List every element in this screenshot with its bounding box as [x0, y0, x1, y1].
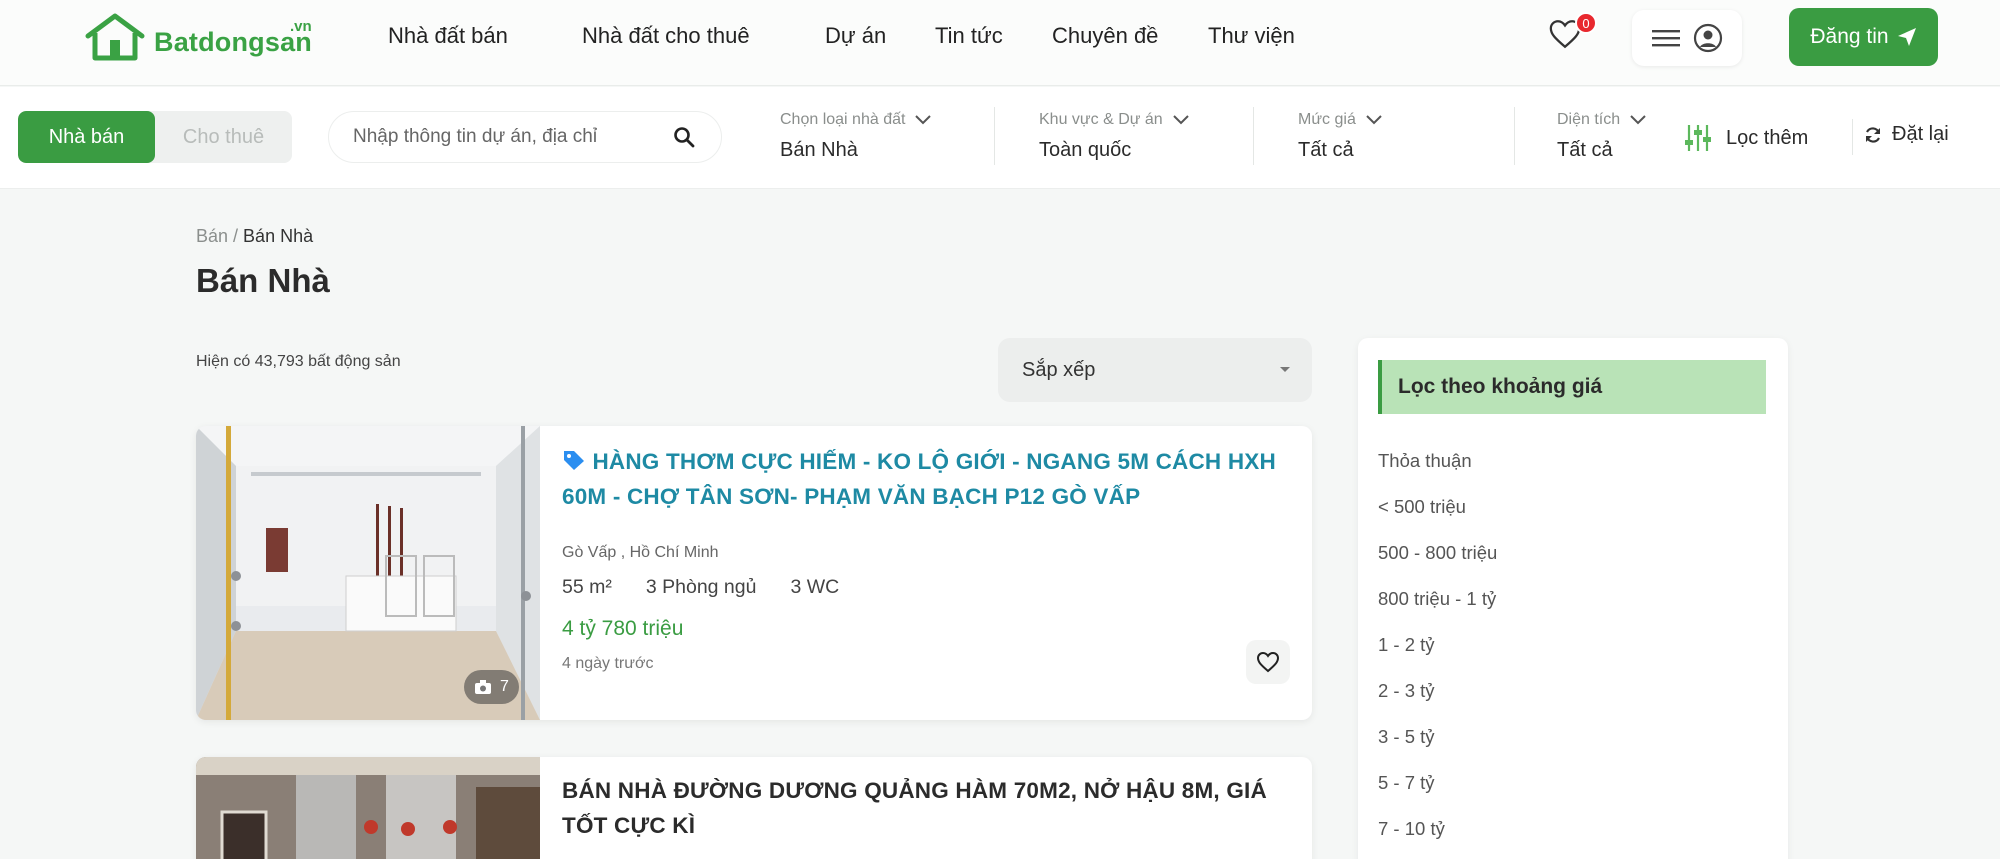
account-menu-button[interactable] — [1632, 10, 1742, 66]
search-icon[interactable] — [673, 126, 695, 148]
divider — [1852, 119, 1853, 155]
divider — [1253, 107, 1254, 165]
divider — [994, 107, 995, 165]
photo-count: 7 — [500, 678, 509, 695]
breadcrumb-parent[interactable]: Bán — [196, 226, 228, 246]
living-room-photo-illustration — [196, 757, 540, 859]
property-type-label: Chọn loại nhà đất — [780, 111, 906, 128]
price-range-item[interactable]: 500 - 800 triệu — [1378, 530, 1497, 576]
result-count: Hiện có 43,793 bất động sản — [196, 353, 401, 370]
hamburger-icon — [1652, 30, 1680, 47]
listing-card[interactable]: BÁN NHÀ ĐƯỜNG DƯƠNG QUẢNG HÀM 70M2, NỞ H… — [196, 757, 1312, 859]
post-listing-button[interactable]: Đăng tin — [1789, 8, 1938, 66]
price-tag-icon — [564, 451, 584, 470]
price-label: Mức giá — [1298, 111, 1356, 128]
price-range-item[interactable]: 2 - 3 tỷ — [1378, 668, 1497, 714]
page-title: Bán Nhà — [196, 262, 330, 299]
chevron-down-icon — [1366, 115, 1382, 125]
breadcrumb-separator: / — [228, 226, 244, 246]
breadcrumb-current: Bán Nhà — [243, 226, 314, 246]
listing-bedrooms: 3 Phòng ngủ — [645, 576, 757, 598]
favorites-button[interactable]: 0 — [1548, 12, 1597, 58]
listing-location: Gò Vấp , Hồ Chí Minh — [562, 544, 719, 561]
photo-count-badge: 7 — [464, 670, 519, 704]
favorites-count-badge: 0 — [1575, 12, 1597, 34]
logo-wordmark: Batdongsan — [154, 26, 313, 57]
chevron-down-icon — [915, 115, 932, 125]
paper-plane-icon — [1897, 28, 1916, 46]
nav-news[interactable]: Tin tức — [935, 0, 1003, 72]
toggle-for-sale[interactable]: Nhà bán — [18, 111, 155, 163]
post-listing-label: Đăng tin — [1810, 25, 1889, 48]
size-filter[interactable]: Diện tích Tất cả — [1557, 111, 1646, 162]
house-logo-icon — [85, 13, 145, 61]
more-filters-label: Lọc thêm — [1726, 126, 1809, 149]
listing-title-text: HÀNG THƠM CỰC HIẾM - KO LỘ GIỚI - NGANG … — [562, 449, 1276, 509]
listing-card[interactable]: 7 HÀNG THƠM CỰC HIẾM - KO LỘ GIỚI - NGAN… — [196, 426, 1312, 720]
save-listing-button[interactable] — [1246, 640, 1290, 684]
sliders-icon — [1685, 125, 1711, 151]
logo-tld: .vn — [290, 18, 312, 35]
listing-wc: 3 WC — [790, 576, 840, 598]
nav-library[interactable]: Thư viện — [1208, 0, 1295, 72]
property-type-value: Bán Nhà — [780, 139, 858, 161]
price-range-item[interactable]: 1 - 2 tỷ — [1378, 622, 1497, 668]
listing-title[interactable]: BÁN NHÀ ĐƯỜNG DƯƠNG QUẢNG HÀM 70M2, NỞ H… — [562, 773, 1292, 843]
nav-rent[interactable]: Nhà đất cho thuê — [582, 0, 750, 72]
chevron-down-icon — [1172, 115, 1189, 125]
reset-filters-button[interactable]: Đặt lại — [1864, 123, 1949, 146]
listing-photo[interactable]: 7 — [196, 426, 540, 720]
listing-area: 55 m² — [562, 576, 612, 598]
size-value: Tất cả — [1557, 139, 1613, 161]
price-range-item[interactable]: 5 - 7 tỷ — [1378, 760, 1497, 806]
price-range-item[interactable]: < 500 triệu — [1378, 484, 1497, 530]
search-box — [328, 111, 722, 163]
property-type-filter[interactable]: Chọn loại nhà đất Bán Nhà — [780, 111, 932, 162]
toggle-for-rent[interactable]: Cho thuê — [155, 111, 292, 163]
heart-icon — [1256, 651, 1280, 673]
filter-bar: Nhà bán Cho thuê Chọn loại nhà đất Bán N… — [0, 87, 2000, 189]
caret-down-icon — [1280, 367, 1290, 372]
more-filters-button[interactable]: Lọc thêm — [1684, 123, 1808, 153]
price-range-list: Thỏa thuận < 500 triệu 500 - 800 triệu 8… — [1378, 438, 1497, 852]
chevron-down-icon — [1630, 115, 1646, 125]
price-range-sidebar: Lọc theo khoảng giá Thỏa thuận < 500 tri… — [1358, 338, 1788, 859]
divider — [1514, 107, 1515, 165]
camera-icon — [475, 680, 491, 694]
area-project-label: Khu vực & Dự án — [1039, 111, 1163, 128]
area-project-filter[interactable]: Khu vực & Dự án Toàn quốc — [1039, 111, 1189, 162]
size-label: Diện tích — [1557, 111, 1621, 128]
price-range-item[interactable]: 800 triệu - 1 tỷ — [1378, 576, 1497, 622]
nav-sell[interactable]: Nhà đất bán — [388, 0, 508, 72]
price-filter[interactable]: Mức giá Tất cả — [1298, 111, 1382, 162]
top-header: Batdongsan .vn Nhà đất bán Nhà đất cho t… — [0, 0, 2000, 86]
nav-projects[interactable]: Dự án — [825, 0, 886, 72]
refresh-icon — [1865, 126, 1881, 143]
price-range-item[interactable]: 7 - 10 tỷ — [1378, 806, 1497, 852]
listing-photo[interactable] — [196, 757, 540, 859]
price-value: Tất cả — [1298, 139, 1354, 161]
search-input[interactable] — [353, 126, 603, 148]
reset-filters-label: Đặt lại — [1892, 123, 1949, 145]
listing-price: 4 tỷ 780 triệu — [562, 617, 684, 640]
listing-specs: 55 m² 3 Phòng ngủ 3 WC — [562, 576, 1292, 599]
nav-topics[interactable]: Chuyên đề — [1052, 0, 1158, 72]
listing-posted-time: 4 ngày trước — [562, 655, 654, 672]
sidebar-title: Lọc theo khoảng giá — [1378, 360, 1766, 414]
listing-type-toggle: Nhà bán Cho thuê — [18, 111, 292, 163]
listing-title[interactable]: HÀNG THƠM CỰC HIẾM - KO LỘ GIỚI - NGANG … — [562, 444, 1292, 514]
breadcrumb: Bán / Bán Nhà — [196, 226, 313, 247]
price-range-item[interactable]: Thỏa thuận — [1378, 438, 1497, 484]
sort-select[interactable]: Sắp xếp — [998, 338, 1312, 402]
area-project-value: Toàn quốc — [1039, 139, 1132, 161]
site-logo[interactable]: Batdongsan .vn — [84, 12, 312, 62]
price-range-item[interactable]: 3 - 5 tỷ — [1378, 714, 1497, 760]
user-avatar-icon — [1693, 23, 1723, 53]
sort-label: Sắp xếp — [1022, 358, 1096, 381]
